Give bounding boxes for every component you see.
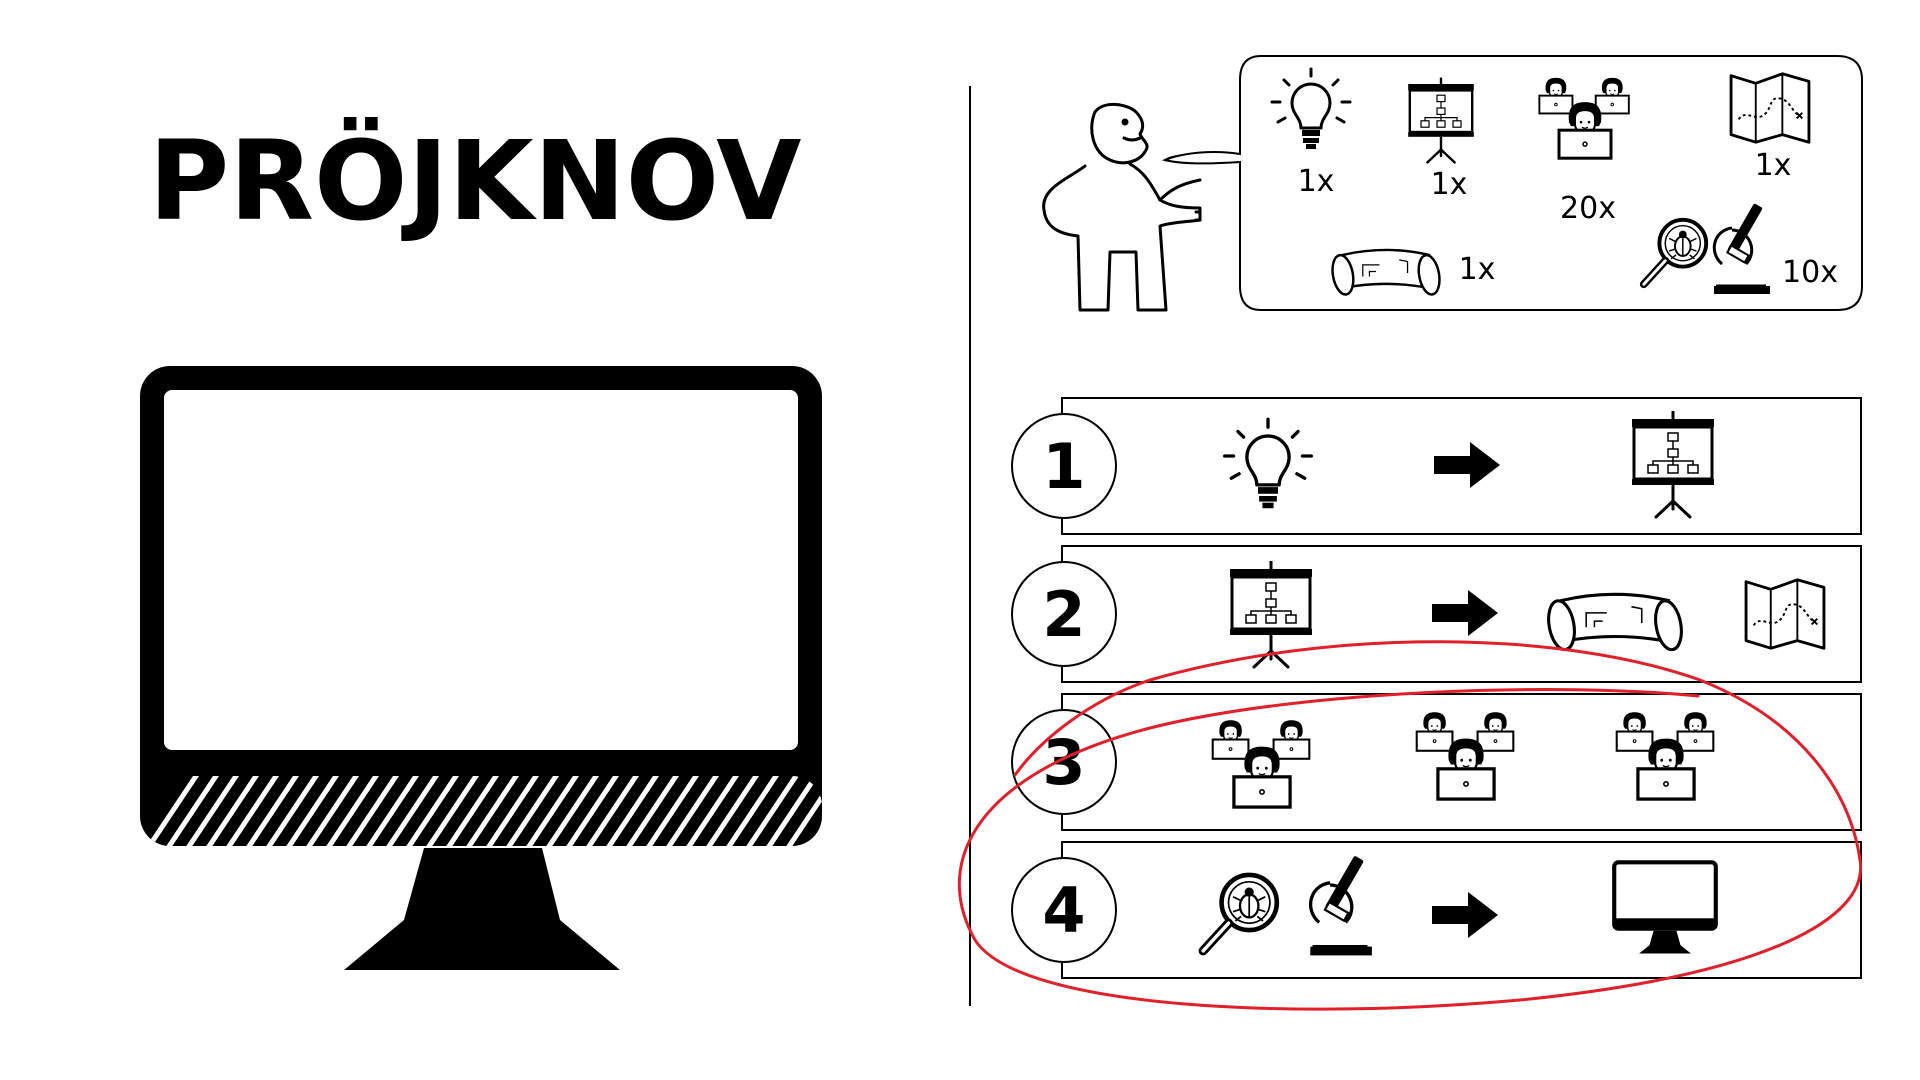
qty-lightbulb: 1x [1298, 164, 1335, 199]
step-2: 2 [1011, 545, 1862, 683]
step-1-number: 1 [1042, 430, 1085, 503]
step-4-number: 4 [1042, 874, 1085, 947]
qty-blueprint-scroll: 1x [1459, 252, 1496, 287]
qty-developers: 20x [1560, 191, 1616, 226]
map-icon [1729, 72, 1811, 144]
qty-map: 1x [1755, 148, 1792, 183]
assembly-instructions-canvas: PRÖJKNOV 1x 1x 20x 1x 1x 10x 1 2 3 4 [140, 55, 1863, 1011]
qty-presentation-board: 1x [1431, 167, 1468, 202]
step-3: 3 [1011, 693, 1862, 831]
monitor-icon [140, 366, 822, 970]
step-2-number: 2 [1042, 578, 1085, 651]
step-1: 1 [1011, 397, 1862, 535]
page-title: PRÖJKNOV [149, 116, 802, 245]
qty-bug-search-microscope: 10x [1782, 255, 1838, 290]
step-4: 4 [1011, 841, 1862, 979]
instruction-man-icon [1042, 103, 1240, 312]
map-icon [1744, 578, 1826, 650]
